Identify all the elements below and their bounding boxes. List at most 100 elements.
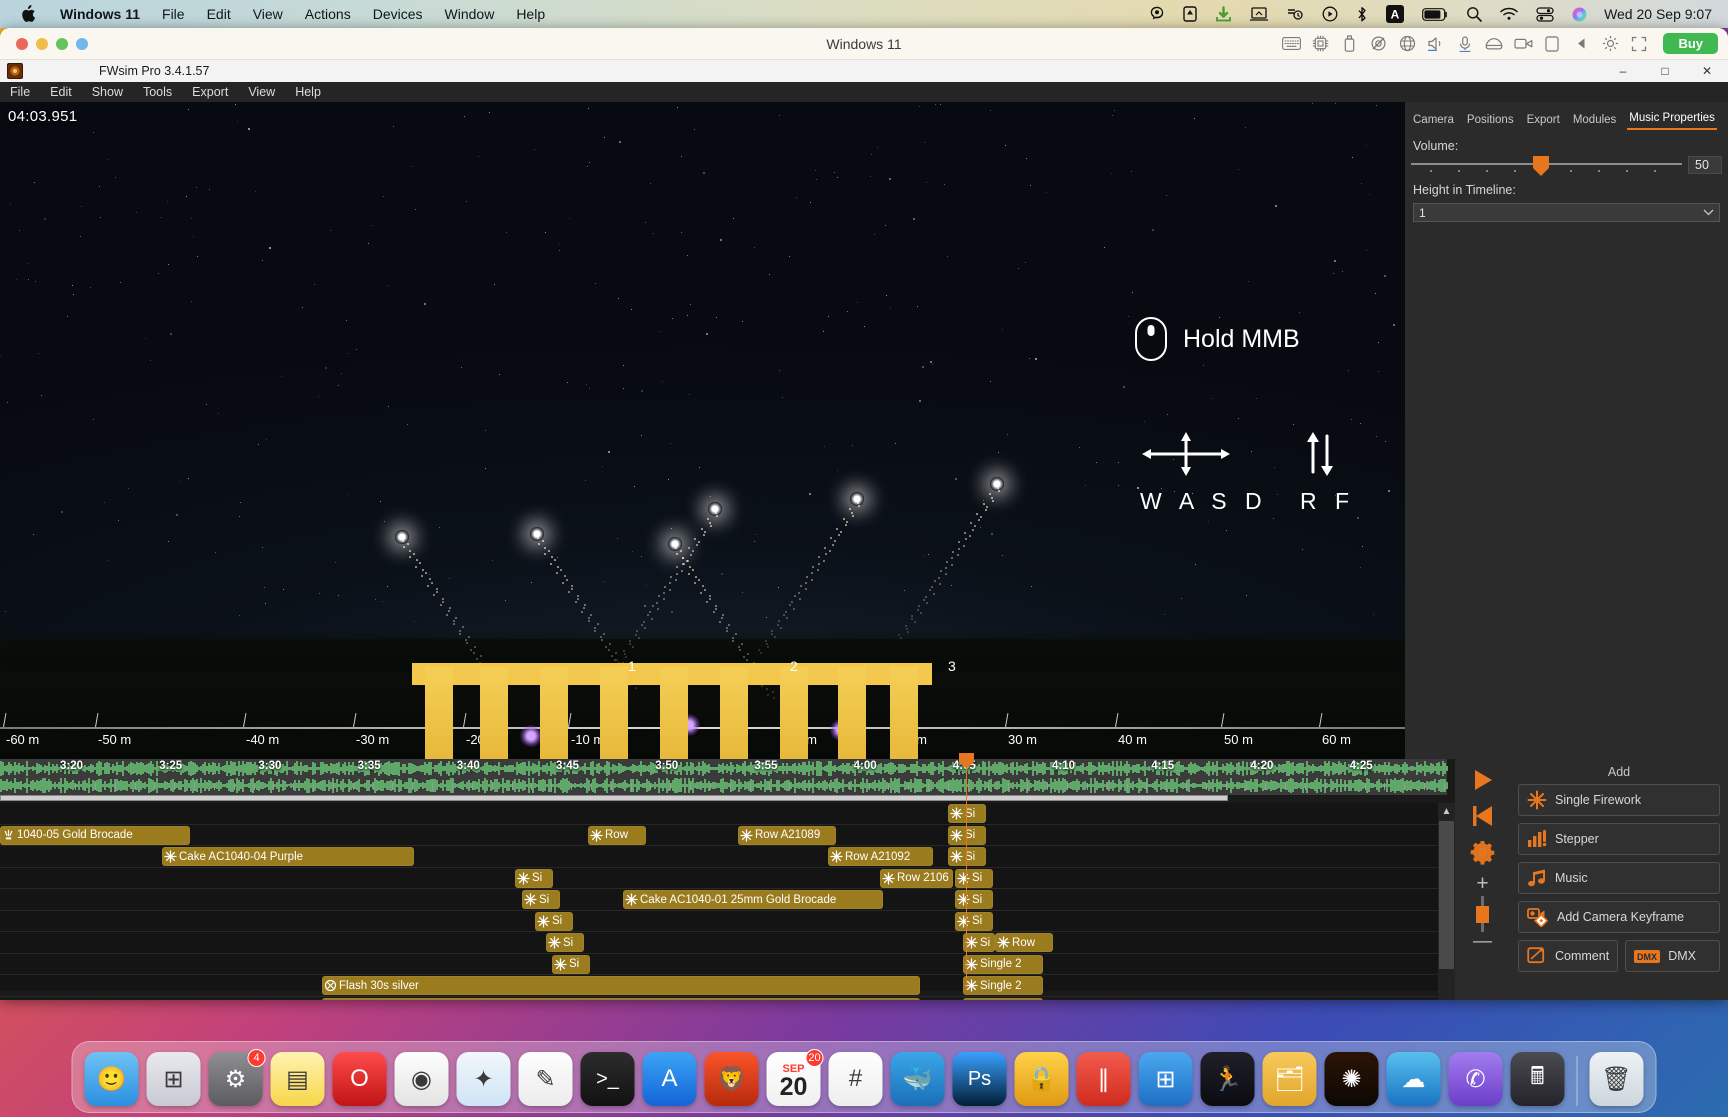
dock-item-launchpad[interactable]: ⊞ [146, 1052, 201, 1106]
battery-icon[interactable] [1413, 7, 1457, 21]
timeline-track-row[interactable] [0, 803, 1447, 825]
cleanmymac-icon[interactable] [1277, 6, 1313, 22]
speaker-icon[interactable] [1423, 32, 1449, 56]
timeline-clip[interactable]: Single 2 [963, 954, 1043, 974]
timeline-track-row[interactable] [0, 825, 1447, 846]
mac-menu-item-view[interactable]: View [242, 6, 294, 22]
volume-slider-thumb[interactable] [1533, 156, 1549, 176]
apple-icon[interactable] [20, 5, 35, 23]
dock-item-photoshop[interactable]: Ps [952, 1052, 1007, 1106]
dock-item-fwsim[interactable]: ✺ [1324, 1052, 1379, 1106]
mac-menu-item-actions[interactable]: Actions [294, 6, 362, 22]
mac-clock[interactable]: Wed 20 Sep 9:07 [1596, 6, 1728, 22]
timeline-clip[interactable]: Si [552, 954, 590, 974]
tab-music-properties[interactable]: Music Properties [1627, 110, 1717, 130]
dock-item-opera[interactable]: O [332, 1052, 387, 1106]
mac-menu-item-devices[interactable]: Devices [362, 6, 434, 22]
timeline-track-row[interactable] [0, 954, 1447, 975]
timeline-clip[interactable]: Row [995, 933, 1053, 952]
dock-item-calendar[interactable]: SEP 20 20 [766, 1049, 824, 1106]
control-center-icon[interactable] [1527, 6, 1563, 22]
height-in-timeline-select[interactable]: 1 [1413, 203, 1720, 222]
video-camera-icon[interactable] [1510, 32, 1536, 56]
dock-item-brave[interactable]: 🦁 [704, 1052, 759, 1106]
dock-item-docker[interactable]: 🐳 [890, 1052, 945, 1106]
zoom-slider[interactable] [1476, 896, 1489, 932]
timeline-track-row[interactable] [0, 932, 1447, 954]
dock-item-parallels[interactable]: ∥ [1076, 1052, 1131, 1106]
timeline-clip[interactable]: Cake AC1040-04 Purple [162, 847, 414, 866]
search-icon[interactable] [1457, 6, 1491, 22]
timeline-clip[interactable]: Si [535, 911, 573, 931]
share-icon[interactable] [1539, 32, 1565, 56]
zoom-out-icon[interactable]: — [1473, 932, 1492, 951]
no-camera-icon[interactable] [1365, 32, 1391, 56]
dock-item-system-settings[interactable]: ⚙ 4 [208, 1049, 266, 1106]
timeline-clip[interactable]: Single 2 [963, 997, 1043, 1000]
timeline-clip[interactable]: Si [948, 825, 986, 845]
tab-camera[interactable]: Camera [1411, 112, 1456, 130]
timeline-clip[interactable]: Flash 30s silver [322, 997, 920, 1000]
timeline-clip[interactable]: 1040-05 Gold Brocade [0, 825, 190, 845]
zoom-in-icon[interactable]: + [1476, 873, 1488, 894]
timeline-clip[interactable]: Si [948, 847, 986, 866]
gear-icon[interactable] [1597, 32, 1623, 56]
downloads-icon[interactable] [1206, 5, 1241, 23]
window-maximize-button[interactable]: □ [1644, 60, 1686, 82]
dock-item-weather[interactable]: ☁ [1386, 1052, 1441, 1106]
dropbox-icon[interactable] [1174, 6, 1206, 22]
dock-item-slack[interactable]: # [828, 1052, 883, 1106]
timeline-clip[interactable]: Si [546, 933, 584, 952]
timeline-clip[interactable]: Row A21092 [828, 847, 933, 866]
cpu-icon[interactable] [1307, 32, 1333, 56]
add-dmx-button[interactable]: DMX DMX [1625, 940, 1720, 972]
timeline-progress-bar[interactable] [0, 795, 1228, 801]
3d-viewport[interactable]: 04:03.951 Hold MMB W A S D R F -60 m -50… [0, 102, 1405, 759]
add-comment-button[interactable]: Comment [1518, 940, 1619, 972]
dock-item-finder[interactable]: 🙂 [84, 1052, 139, 1106]
timeline-track-row[interactable] [0, 868, 1447, 889]
dock-item-files[interactable]: 🗂 [1262, 1052, 1317, 1106]
network-icon[interactable] [1394, 32, 1420, 56]
volume-slider[interactable] [1411, 156, 1682, 176]
timeline-track-row[interactable] [0, 911, 1447, 932]
play-icon[interactable] [1313, 6, 1347, 22]
viber-icon[interactable] [1140, 6, 1174, 22]
dock-item-viber[interactable]: ✆ [1448, 1052, 1503, 1106]
fullscreen-icon[interactable] [1626, 32, 1652, 56]
add-single-firework-button[interactable]: Single Firework [1518, 784, 1720, 816]
bluetooth-icon[interactable] [1347, 6, 1377, 23]
dock-item-runner[interactable]: 🏃 [1200, 1052, 1255, 1106]
menu-help[interactable]: Help [285, 85, 331, 99]
siri-icon[interactable] [1563, 7, 1596, 22]
dock-item-app-store[interactable]: A [642, 1052, 697, 1106]
add-music-button[interactable]: Music [1518, 862, 1720, 894]
rewind-icon[interactable] [1466, 801, 1500, 831]
scroll-up-button[interactable]: ▲ [1439, 803, 1454, 819]
timeline-clip[interactable]: Cake AC1040-01 25mm Gold Brocade [623, 890, 883, 909]
keyboard-icon[interactable] [1278, 32, 1304, 56]
playhead[interactable] [959, 753, 974, 991]
menu-tools[interactable]: Tools [133, 85, 182, 99]
timeline-vertical-scrollbar[interactable]: ▲ ▼ [1438, 803, 1455, 1000]
timeline-clip[interactable]: Si [955, 868, 993, 888]
menu-export[interactable]: Export [182, 85, 238, 99]
timeline-clip[interactable]: Row [588, 825, 646, 845]
play-icon[interactable] [1466, 765, 1500, 795]
mac-menu-item-edit[interactable]: Edit [196, 6, 242, 22]
vertical-scroll-thumb[interactable] [1439, 821, 1454, 969]
disk-icon[interactable] [1481, 32, 1507, 56]
timeline-clip[interactable]: Row 2106 [880, 868, 953, 888]
timeline-tracks[interactable]: 1040-05 Gold Brocade Cake AC1040-04 Purpl… [0, 803, 1447, 1000]
mac-menu-item-file[interactable]: File [151, 6, 196, 22]
dock-item-chrome[interactable]: ◉ [394, 1052, 449, 1106]
timeline-clip[interactable]: Si [955, 911, 993, 931]
menu-show[interactable]: Show [82, 85, 133, 99]
tab-positions[interactable]: Positions [1465, 112, 1516, 130]
timeline-clip[interactable]: Single 2 [963, 976, 1043, 995]
settings-gear-icon[interactable] [1466, 837, 1500, 867]
dock-item-trash[interactable]: 🗑 [1589, 1052, 1644, 1106]
add-camera-keyframe-button[interactable]: Add Camera Keyframe [1518, 901, 1720, 933]
mac-menu-item-window[interactable]: Window [434, 6, 506, 22]
timeline-clip[interactable]: Row A21089 [738, 825, 836, 845]
